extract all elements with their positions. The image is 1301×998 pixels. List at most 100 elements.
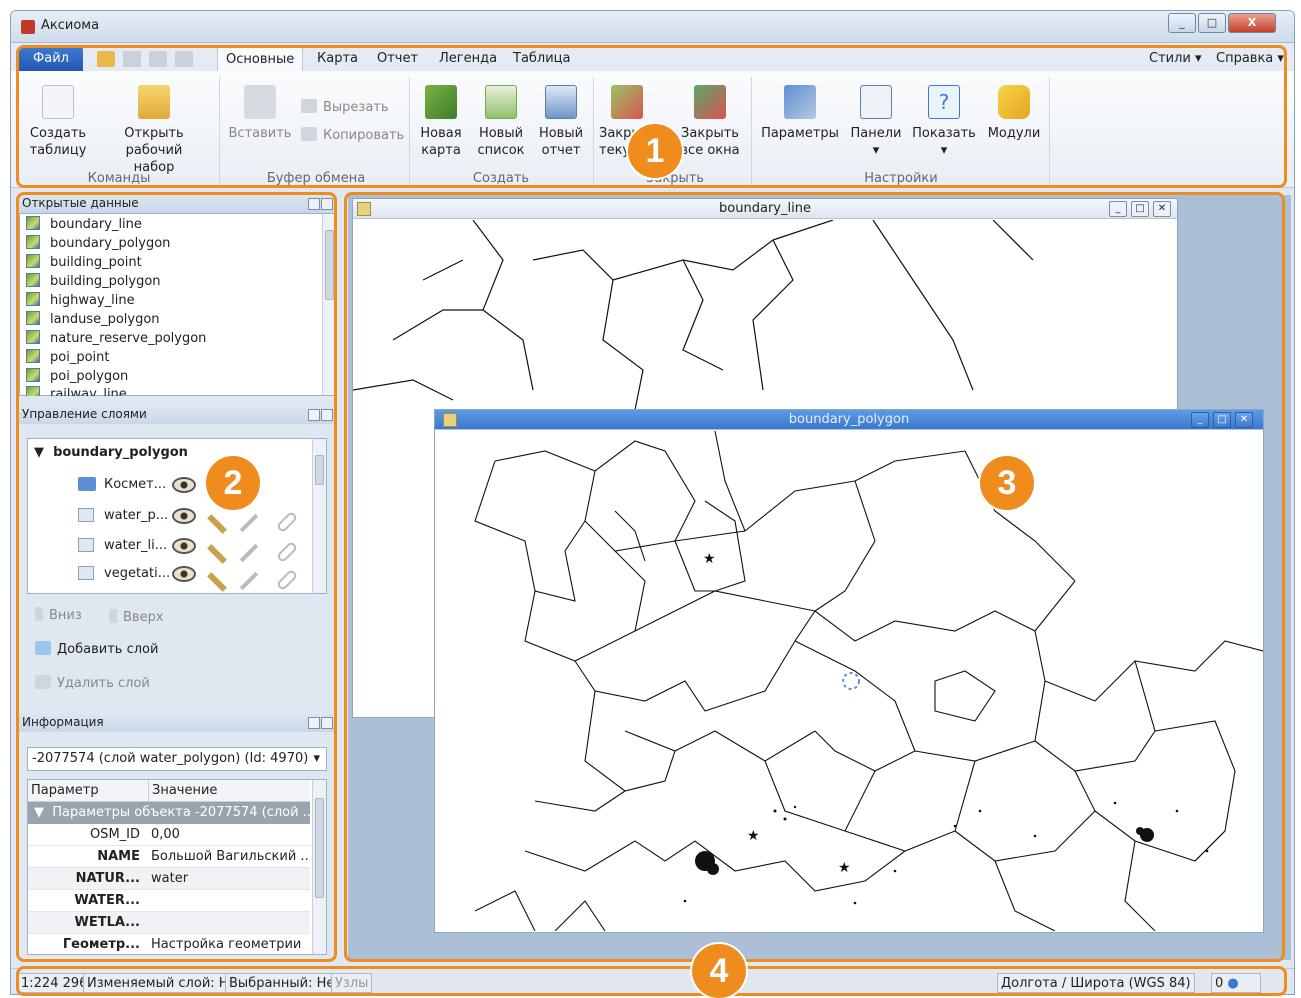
redo-icon[interactable] [175,51,193,67]
list-item[interactable]: highway_line [26,292,135,310]
cut-button[interactable]: Вырезать [301,99,389,115]
table-row[interactable]: OSM_ID 0,00 [28,824,310,846]
open-folder-icon[interactable] [97,51,115,67]
editable-pencil-icon[interactable] [239,543,259,563]
layer-row-water-line[interactable]: water_li... [78,534,167,558]
scale-readout[interactable]: 1:224 296 [17,973,92,993]
table-layer-icon [26,349,40,363]
coordinate-system[interactable]: Долгота / Широта (WGS 84) [997,973,1195,993]
minimize-subwindow-button[interactable]: _ [1191,412,1209,428]
close-button[interactable]: X [1228,13,1276,33]
tab-table[interactable]: Таблица [505,47,579,71]
new-report-button[interactable]: Новый отчет [533,85,589,159]
minimize-subwindow-button[interactable]: _ [1109,201,1127,217]
maximize-subwindow-button[interactable]: □ [1213,412,1231,428]
float-icon[interactable] [308,198,320,210]
selectable-wand-icon[interactable] [207,572,227,592]
list-item[interactable]: poi_point [26,349,109,367]
visibility-eye-icon[interactable] [172,566,196,582]
copy-button[interactable]: Копировать [301,127,404,143]
close-subwindow-button[interactable]: ✕ [1153,201,1171,217]
table-row[interactable]: WETLA... [28,912,310,934]
undo-icon[interactable] [149,51,167,67]
info-table-scrollbar[interactable] [312,780,326,954]
editable-pencil-icon[interactable] [239,513,259,533]
close-icon[interactable] [321,409,333,421]
close-subwindow-button[interactable]: ✕ [1235,412,1253,428]
info-object-selector[interactable]: -2077574 (слой water_polygon) (Id: 4970)… [27,747,327,771]
selectable-wand-icon[interactable] [207,544,227,564]
modules-button[interactable]: Модули [983,85,1045,142]
list-item[interactable]: landuse_polygon [26,311,160,329]
move-down-button[interactable]: Вниз [35,607,82,623]
boundary-polygon-map[interactable]: ★ ★ ★ [435,431,1263,931]
new-list-button[interactable]: Новый список [473,85,529,159]
list-item[interactable]: boundary_line [26,216,142,234]
create-table-button[interactable]: Создать таблицу [25,85,91,159]
new-map-button[interactable]: Новая карта [413,85,469,159]
list-item[interactable]: building_point [26,254,142,272]
list-item[interactable]: building_polygon [26,273,161,291]
close-all-button[interactable]: Закрыть все окна [675,85,745,159]
open-workspace-button[interactable]: Открыть рабочий набор [95,85,213,176]
info-table[interactable]: Параметр Значение ▼ Параметры объекта -2… [27,779,327,955]
label-clip-icon[interactable] [275,540,299,564]
remove-layer-button[interactable]: Удалить слой [35,675,150,691]
open-data-scrollbar[interactable] [322,214,336,395]
list-item[interactable]: poi_polygon [26,368,128,386]
list-item[interactable]: railway_line [26,386,127,396]
layer-group-boundary-polygon[interactable]: ▼ boundary_polygon [34,445,188,460]
selectable-wand-icon[interactable] [207,514,227,534]
move-up-button[interactable]: Вверх [109,609,164,625]
boundary-polygon-window[interactable]: boundary_polygon _ □ ✕ ★ ★ ★ [434,409,1264,933]
selected-count-status[interactable]: Выбранный: Нет [225,973,346,993]
table-row[interactable]: NAME Большой Вагильский ... [28,846,310,868]
open-data-list[interactable]: boundary_line boundary_polygon building_… [19,213,337,396]
panel-controls[interactable] [307,196,335,210]
label-clip-icon[interactable] [275,568,299,592]
info-group-row[interactable]: ▼ Параметры объекта -2077574 (слой ... [28,802,310,824]
tab-map[interactable]: Карта [309,47,366,71]
layer-tree[interactable]: ▼ boundary_polygon Космет... water_p... … [27,438,327,594]
title-bar: Аксиома _ □ X [11,11,1294,43]
minimize-button[interactable]: _ [1168,13,1196,33]
tab-legend[interactable]: Легенда [431,47,505,71]
list-item[interactable]: boundary_polygon [26,235,170,253]
tab-file[interactable]: Файл [19,47,83,71]
visibility-eye-icon[interactable] [172,538,196,554]
visibility-eye-icon[interactable] [172,508,196,524]
styles-menu[interactable]: Стили ▾ [1141,47,1210,71]
layer-row-cosmetic[interactable]: Космет... [78,473,166,497]
table-row[interactable]: WATER... [28,890,310,912]
table-row[interactable]: Геометр... Настройка геометрии [28,934,310,954]
message-count[interactable]: 0 ● [1211,973,1261,993]
help-menu[interactable]: Справка ▾ [1208,47,1292,71]
panel-controls[interactable] [307,715,335,729]
close-icon[interactable] [321,717,333,729]
maximize-subwindow-button[interactable]: □ [1131,201,1149,217]
boundary-line-window-title: boundary_line [353,199,1177,219]
editable-layer-status[interactable]: Изменяемый слой: Нет [83,973,249,993]
add-layer-button[interactable]: Добавить слой [35,641,158,657]
parameters-button[interactable]: Параметры [759,85,841,142]
tab-report[interactable]: Отчет [369,47,426,71]
label-clip-icon[interactable] [275,510,299,534]
nodes-toggle[interactable]: Узлы [331,973,373,993]
save-icon[interactable] [123,51,141,67]
tab-main[interactable]: Основные [217,47,304,71]
layer-tree-scrollbar[interactable] [312,439,326,593]
close-icon[interactable] [321,198,333,210]
table-row[interactable]: NATUR... water [28,868,310,890]
editable-pencil-icon[interactable] [239,571,259,591]
list-item[interactable]: nature_reserve_polygon [26,330,206,348]
maximize-button[interactable]: □ [1198,13,1226,33]
layer-row-vegetation[interactable]: vegetati... [78,562,170,586]
show-button[interactable]: ? Показать ▾ [911,85,977,159]
panels-button[interactable]: Панели ▾ [847,85,905,159]
layer-row-water-polygon[interactable]: water_p... [78,504,168,528]
visibility-eye-icon[interactable] [172,477,196,493]
float-icon[interactable] [308,409,320,421]
panel-controls[interactable] [307,407,335,421]
float-icon[interactable] [308,717,320,729]
paste-button[interactable]: Вставить [227,85,293,142]
